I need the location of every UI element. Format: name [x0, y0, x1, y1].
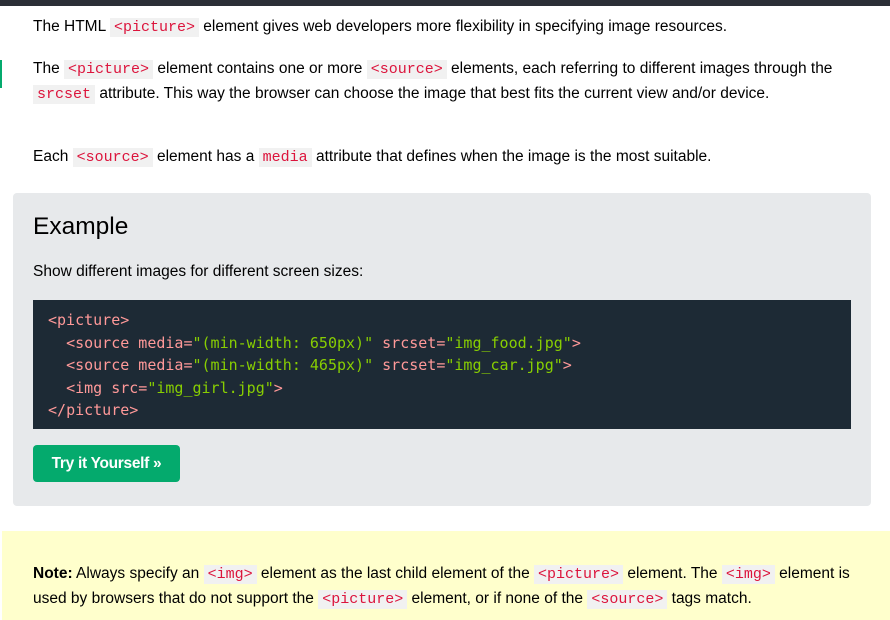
attr-value: "img_car.jpg" [445, 356, 563, 374]
text-segment: attribute that defines when the image is… [311, 148, 712, 165]
tag-bracket: < [66, 356, 76, 374]
paragraph-2: The <picture> element contains one or mo… [33, 57, 853, 106]
code-line: <img src="img_girl.jpg"> [48, 377, 836, 400]
tag-bracket: > [571, 333, 581, 352]
tag-bracket: </ [48, 401, 67, 419]
note-label: Note: [33, 565, 73, 582]
tag-name: picture [57, 311, 121, 329]
paragraph-3: Each <source> element has a media attrib… [33, 145, 853, 170]
code-line: <source media="(min-width: 465px)" srcse… [48, 354, 836, 377]
inline-code-srcset: srcset [33, 84, 96, 104]
inline-code-picture: <picture> [318, 590, 408, 609]
tag-bracket: > [120, 311, 130, 329]
inline-code-source: <source> [366, 60, 447, 79]
text-segment: element contains one or more [153, 60, 367, 77]
attr-name: media= [129, 333, 193, 352]
attr-value: "img_girl.jpg" [147, 378, 274, 397]
inline-code-picture: <picture> [109, 18, 199, 37]
tag-name: source [75, 356, 130, 374]
example-title: Example [33, 213, 129, 240]
tag-bracket: > [562, 356, 572, 374]
code-line: </picture> [48, 399, 836, 422]
text-segment: The [33, 60, 65, 77]
attr-name: src= [102, 378, 148, 397]
inline-code-picture: <picture> [64, 60, 154, 79]
try-it-yourself-button[interactable]: Try it Yourself » [33, 445, 180, 482]
inline-code-img: <img> [203, 565, 257, 584]
text-segment: Always specify an [72, 565, 204, 582]
text-segment: tags match. [667, 590, 752, 607]
example-box: Example Show different images for differ… [13, 193, 871, 506]
note-box: Note: Always specify an <img> element as… [2, 531, 890, 620]
tag-bracket: < [66, 378, 76, 397]
text-segment: Each [33, 148, 73, 165]
code-block: <picture> <source media="(min-width: 650… [33, 300, 851, 429]
tag-bracket: < [66, 333, 76, 352]
note-paragraph: Note: Always specify an <img> element as… [33, 562, 863, 612]
top-bar [0, 0, 890, 6]
code-line: <picture> [48, 309, 836, 332]
attr-value: "(min-width: 465px)" [192, 356, 374, 374]
attr-name: media= [129, 356, 193, 374]
text-segment: element as the last child element of the [256, 565, 535, 582]
paragraph-1: The HTML <picture> element gives web dev… [33, 15, 853, 40]
text-segment: The HTML [33, 18, 110, 35]
inline-code-source: <source> [72, 148, 153, 167]
inline-code-media: media [258, 148, 312, 167]
tag-name: picture [66, 401, 130, 419]
inline-code-picture: <picture> [534, 565, 624, 584]
attr-value: "(min-width: 650px)" [192, 333, 374, 352]
example-description: Show different images for different scre… [33, 263, 364, 280]
text-segment: element has a [152, 148, 259, 165]
inline-code-img: <img> [721, 565, 775, 584]
text-segment: element. The [623, 565, 722, 582]
tag-bracket: > [273, 378, 283, 397]
attr-name: srcset= [373, 333, 446, 352]
left-accent-bar [0, 60, 2, 88]
text-segment: elements, each referring to different im… [446, 60, 833, 77]
text-segment: element, or if none of the [407, 590, 588, 607]
tag-bracket: < [48, 311, 58, 329]
attr-name: srcset= [373, 356, 446, 374]
tag-bracket: > [129, 401, 139, 419]
code-line: <source media="(min-width: 650px)" srcse… [48, 332, 836, 355]
text-segment: element gives web developers more flexib… [198, 18, 728, 35]
tag-name: img [75, 378, 103, 397]
inline-code-source: <source> [587, 590, 668, 609]
tag-name: source [75, 333, 130, 352]
attr-value: "img_food.jpg" [445, 333, 572, 352]
text-segment: attribute. This way the browser can choo… [95, 84, 770, 102]
